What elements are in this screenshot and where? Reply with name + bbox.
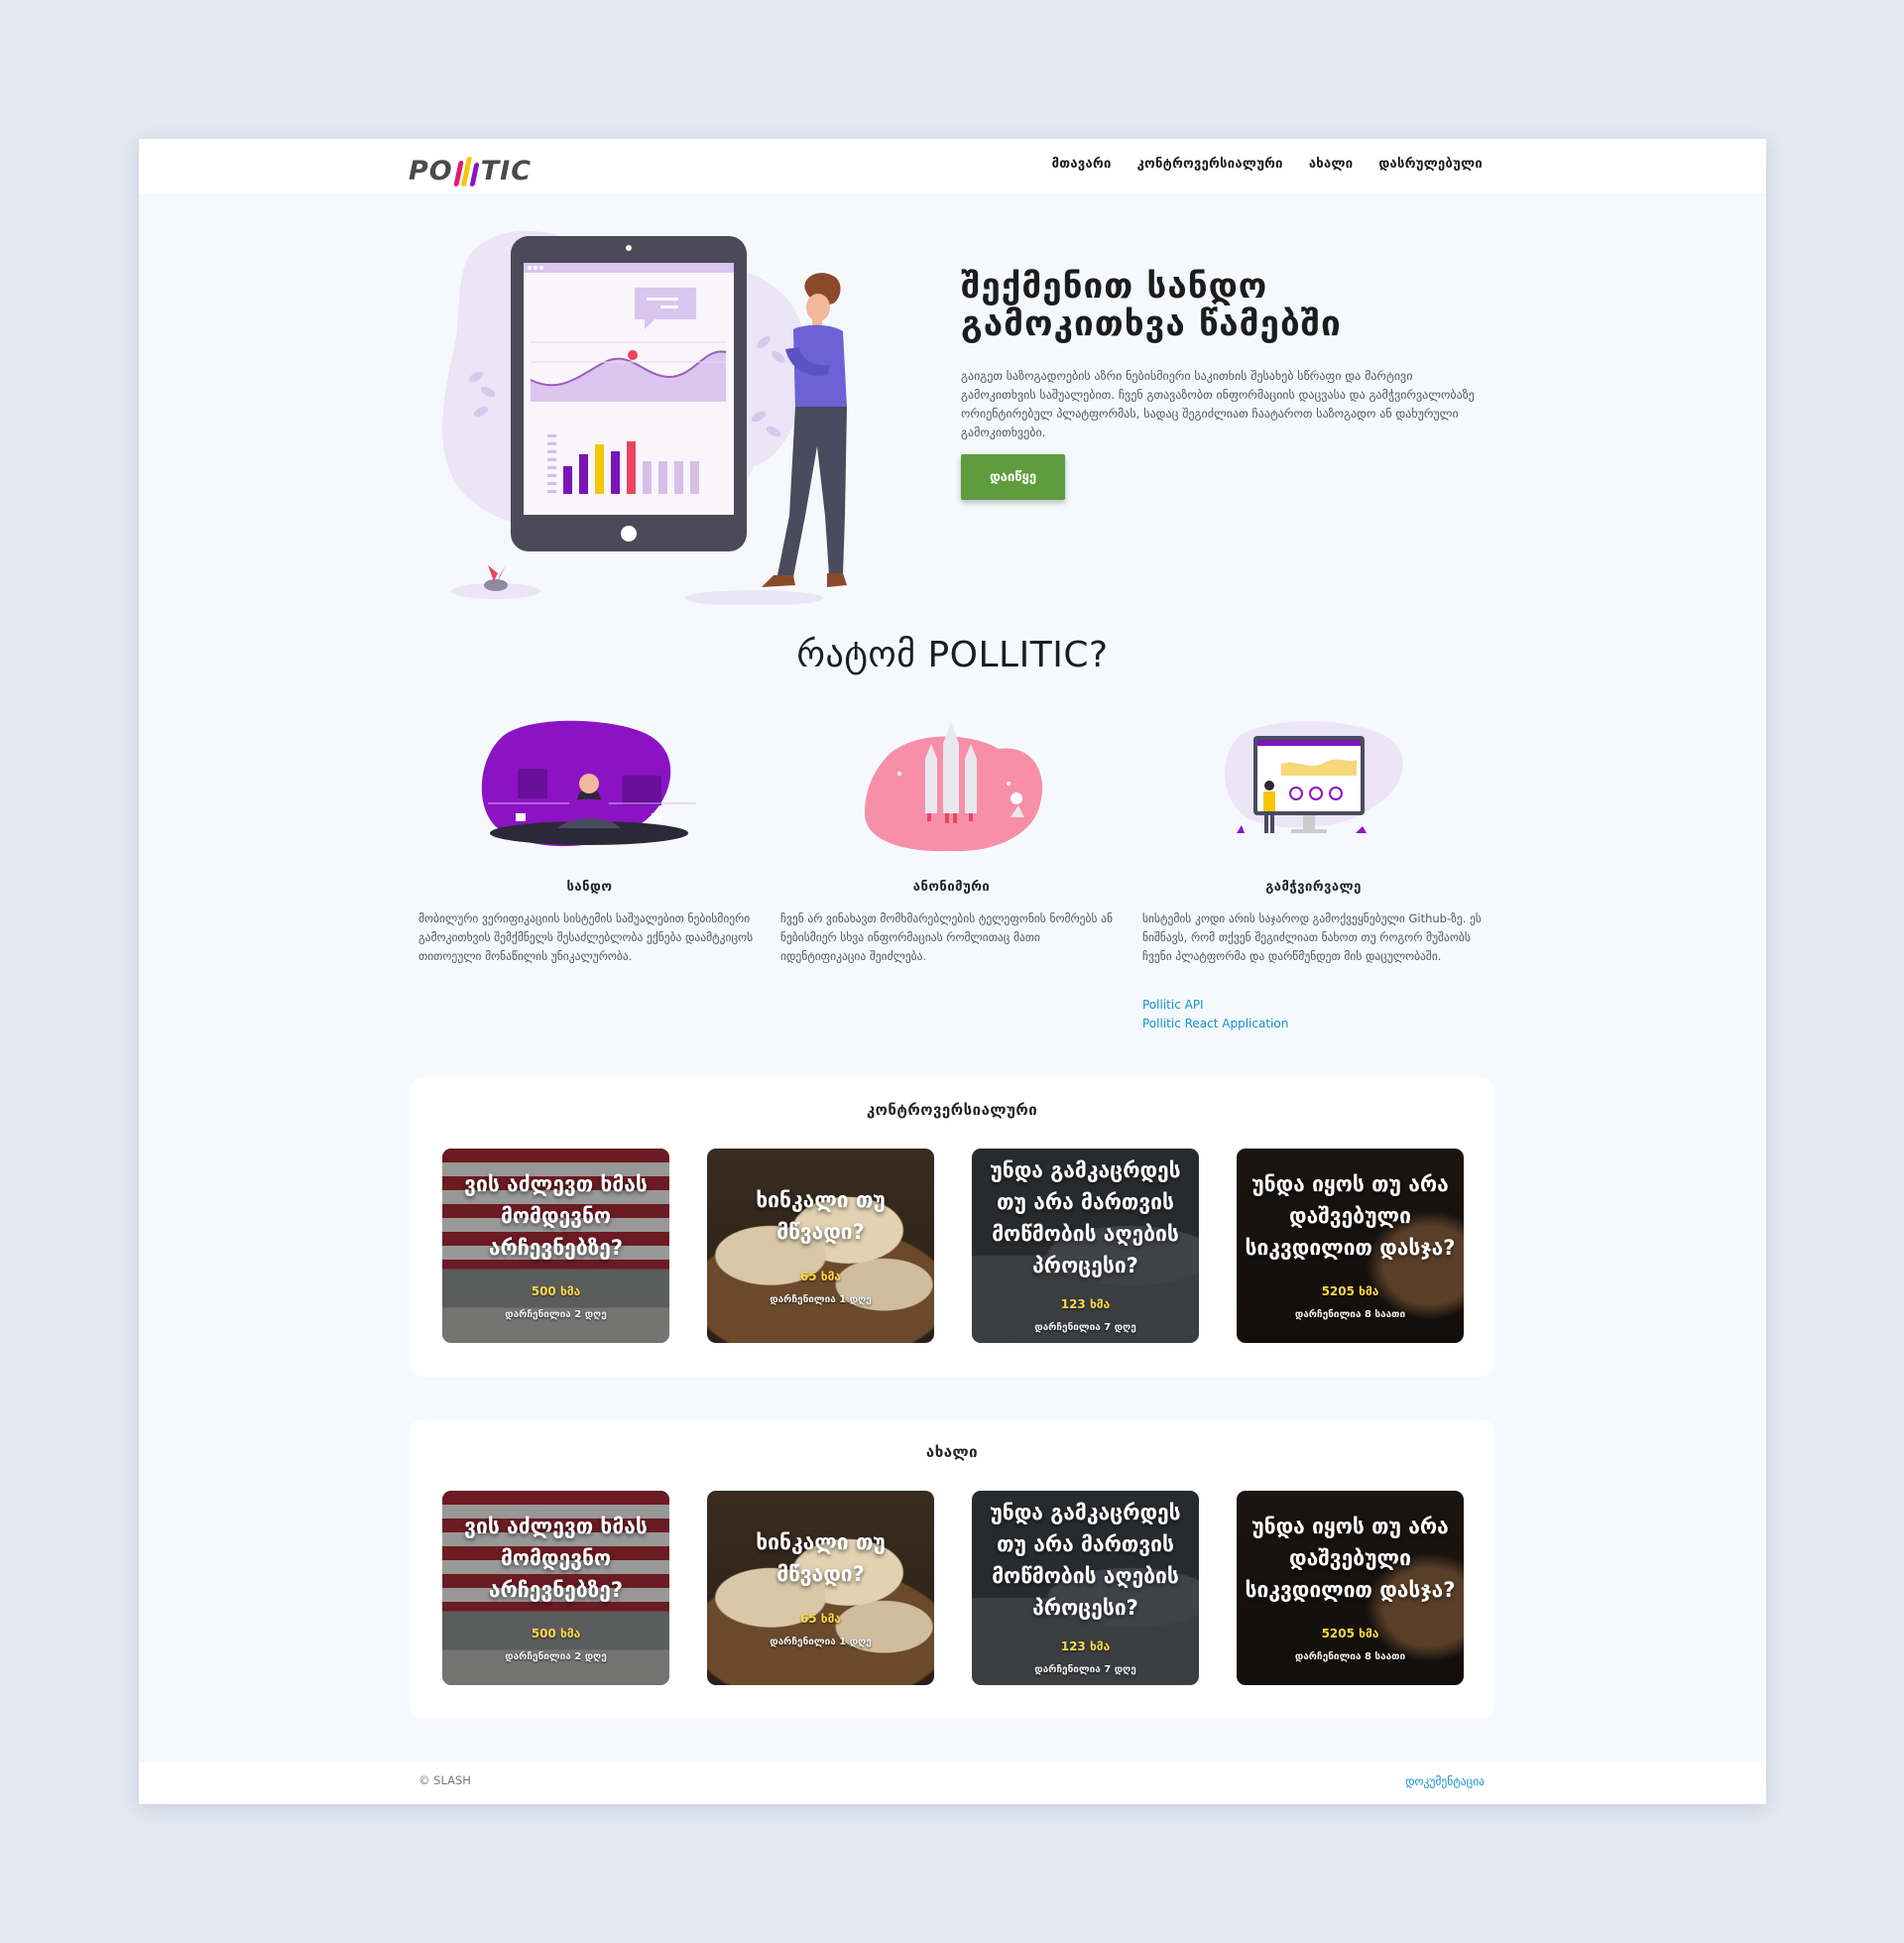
top-navbar: PO TIC მთავარი კონტროვერსიალური ახალი და… [139,139,1766,193]
pollitic-api-link[interactable]: Pollitic API [1142,998,1485,1012]
poll-card-driving-license[interactable]: უნდა გამკაცრდეს თუ არა მართვის მოწმობის … [972,1491,1199,1685]
poll-time-left: დარჩენილია 2 დღე [505,1309,607,1320]
poll-time-left: დარჩენილია 2 დღე [505,1651,607,1662]
poll-title: უნდა იყოს თუ არა დაშვებული სიკვდილით დას… [1245,1515,1456,1602]
nav-link-controversial[interactable]: კონტროვერსიალური [1137,157,1283,172]
poll-card-elections[interactable]: ვის აძლევთ ხმას მომდევნო არჩევნებზე? 500… [442,1149,669,1343]
rocket-illustration [865,722,1043,852]
documentation-link[interactable]: დოკუმენტაცია [1405,1774,1485,1788]
footer: © SLASH დოკუმენტაცია [139,1761,1766,1804]
poll-card-death-penalty[interactable]: უნდა იყოს თუ არა დაშვებული სიკვდილით დას… [1237,1149,1464,1343]
poll-title: ხინკალი თუ მწვადი? [756,1188,886,1244]
footer-copyright: © SLASH [418,1773,471,1787]
nav-link-finished[interactable]: დასრულებული [1378,157,1483,172]
poll-votes: 5205 ხმა [1321,1627,1379,1640]
dashboard-illustration [1225,721,1403,833]
poll-time-left: დარჩენილია 8 საათი [1294,1651,1406,1662]
poll-time-left: დარჩენილია 1 დღე [770,1294,872,1305]
nav-links: მთავარი კონტროვერსიალური ახალი დასრულებუ… [1052,157,1483,172]
poll-card-elections[interactable]: ვის აძლევთ ხმას მომდევნო არჩევნებზე? 500… [442,1491,669,1685]
poll-votes: 65 ხმა [799,1612,842,1626]
poll-time-left: დარჩენილია 7 დღე [1034,1664,1136,1675]
poll-votes: 123 ხმა [1060,1639,1111,1653]
poll-card-khinkali[interactable]: ხინკალი თუ მწვადი? 65 ხმა დარჩენილია 1 დ… [707,1491,934,1685]
poll-title: უნდა იყოს თუ არა დაშვებული სიკვდილით დას… [1245,1172,1456,1260]
feature-text-reliable: მობილური ვერიფიკაციის სისტემის საშუალები… [418,911,754,963]
hero-description: გაიგეთ საზოგადოების აზრი ნებისმიერი საკი… [961,369,1475,439]
logo-text-right: TIC [480,156,533,186]
why-section-title: რატომ POLLITIC? [796,635,1109,675]
feature-text-transparent: სისტემის კოდი არის საჯაროდ გამოქვეყნებულ… [1142,911,1482,963]
poll-votes: 500 ხმა [531,1627,581,1640]
poll-title: უნდა გამკაცრდეს თუ არა მართვის მოწმობის … [990,1158,1181,1277]
feature-title-anonymous: ანონიმური [912,880,991,895]
get-started-button[interactable]: დაიწყე [961,454,1065,500]
section-title-new: ახალი [925,1443,979,1461]
feature-title-reliable: სანდო [566,880,613,895]
poll-votes: 500 ხმა [531,1284,581,1298]
nav-link-home[interactable]: მთავარი [1052,157,1112,172]
feature-title-transparent: გამჭვირვალე [1265,880,1362,895]
new-section: ახალი ვის აძლევთ ხმას მომდევნო არჩევნებზ… [410,1419,1494,1719]
poll-card-driving-license[interactable]: უნდა გამკაცრდეს თუ არა მართვის მოწმობის … [972,1149,1199,1343]
hero-illustration [442,230,847,605]
logo-text-left: PO [409,156,453,186]
poll-title: ვის აძლევთ ხმას მომდევნო არჩევნებზე? [464,1515,648,1602]
logo-bars-icon [452,155,480,186]
poll-votes: 5205 ხმა [1321,1284,1379,1298]
poll-card-khinkali[interactable]: ხინკალი თუ მწვადი? 65 ხმა დარჩენილია 1 დ… [707,1149,934,1343]
poll-votes: 65 ხმა [799,1270,842,1283]
feature-text-anonymous: ჩვენ არ ვინახავთ მომხმარებლების ტელეფონი… [780,911,1113,963]
poll-title: ხინკალი თუ მწვადი? [756,1530,886,1586]
controversial-section: კონტროვერსიალური ვის აძლევთ ხმას მომდევნ… [410,1077,1494,1377]
meditation-illustration [481,720,696,847]
pollitic-react-app-link[interactable]: Pollitic React Application [1142,1017,1485,1031]
poll-votes: 123 ხმა [1060,1297,1111,1311]
section-title-controversial: კონტროვერსიალური [866,1101,1038,1119]
poll-time-left: დარჩენილია 7 დღე [1034,1322,1136,1333]
page: PO TIC მთავარი კონტროვერსიალური ახალი და… [139,139,1766,1804]
pollitic-logo[interactable]: PO TIC [409,151,532,186]
poll-card-death-penalty[interactable]: უნდა იყოს თუ არა დაშვებული სიკვდილით დას… [1237,1491,1464,1685]
poll-title: ვის აძლევთ ხმას მომდევნო არჩევნებზე? [464,1172,648,1260]
poll-time-left: დარჩენილია 1 დღე [770,1637,872,1647]
poll-time-left: დარჩენილია 8 საათი [1294,1309,1406,1320]
hero-title: შექმენით სანდო გამოკითხვა წამებში [961,267,1342,344]
poll-title: უნდა გამკაცრდეს თუ არა მართვის მოწმობის … [990,1501,1181,1620]
nav-link-new[interactable]: ახალი [1309,157,1354,172]
